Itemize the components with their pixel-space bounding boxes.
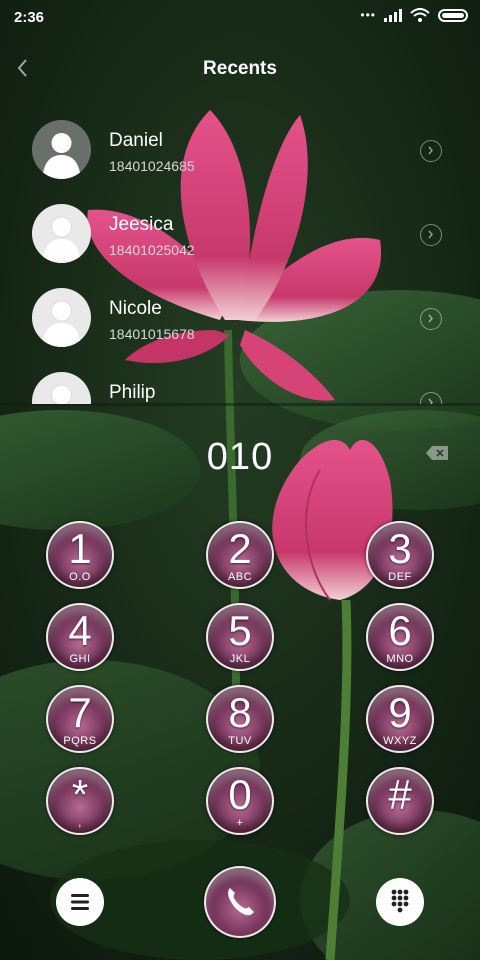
key-hash[interactable]: # [366,767,434,835]
key-digit: # [388,771,412,818]
chevron-right-icon [428,398,433,404]
person-icon [42,300,81,347]
battery-icon [438,8,468,22]
key-3[interactable]: 3 DEF [366,521,434,589]
contact-name: Daniel [109,130,163,151]
key-7[interactable]: 7 PQRS [46,685,114,753]
backspace-button[interactable] [426,446,448,460]
call-button[interactable] [204,866,276,938]
list-item[interactable]: Daniel 18401024685 [0,112,480,196]
status-icons: ••• [360,8,468,22]
key-digit: 5 [228,607,252,654]
details-button[interactable] [420,308,442,330]
key-letters: WXYZ [383,735,417,747]
contact-number: 18401025042 [109,242,195,258]
status-bar: 2:36 ••• [0,0,480,36]
dialed-number: 010 [206,436,274,478]
contact-number: 18401015678 [109,326,195,342]
key-2[interactable]: 2 ABC [206,521,274,589]
list-item[interactable]: Jeesica 18401025042 [0,196,480,280]
keypad-icon [391,889,409,913]
key-digit: 8 [228,689,252,736]
key-letters: JKL [229,653,251,665]
key-8[interactable]: 8 TUV [206,685,274,753]
contact-number: 18401024685 [109,158,195,174]
chevron-right-icon [428,314,433,323]
details-button[interactable] [420,392,442,404]
phone-icon [228,888,254,916]
menu-button[interactable] [56,878,104,926]
key-digit: 0 [228,771,252,818]
person-icon [42,133,81,179]
key-4[interactable]: 4 GHI [46,603,114,671]
avatar [32,372,91,404]
signal-icon [384,8,402,22]
notification-dots: ••• [360,8,376,22]
key-digit: 2 [228,525,252,572]
key-letters: O.O [69,571,91,583]
key-0[interactable]: 0 + [206,767,274,835]
key-digit: 6 [388,607,412,654]
key-6[interactable]: 6 MNO [366,603,434,671]
avatar [32,120,91,179]
key-digit: 9 [388,689,412,736]
key-1[interactable]: 1 O.O [46,521,114,589]
backspace-icon [426,446,448,460]
chevron-right-icon [428,230,433,239]
contact-name: Jeesica [109,214,174,235]
status-time: 2:36 [14,9,45,26]
chevron-right-icon [428,146,433,155]
key-digit: 3 [388,525,412,572]
details-button[interactable] [420,140,442,162]
page-title: Recents [203,58,277,79]
avatar [32,204,91,263]
key-letters: DEF [388,571,412,583]
details-button[interactable] [420,224,442,246]
key-5[interactable]: 5 JKL [206,603,274,671]
person-icon [42,216,81,263]
key-letters: PQRS [63,735,97,747]
key-digit: * [71,771,89,818]
keypad-toggle-button[interactable] [376,878,424,926]
header: Recents [0,44,480,94]
list-item[interactable]: Philip [0,364,480,404]
list-item[interactable]: Nicole 18401015678 [0,280,480,364]
person-icon [51,384,72,404]
contact-name: Nicole [109,298,162,319]
wifi-icon [410,8,430,22]
key-digit: 4 [68,607,92,654]
key-letters: + [236,817,244,829]
key-letters: MNO [386,653,414,665]
recents-list[interactable]: Daniel 18401024685 Jeesica 18401025042 N… [0,104,480,404]
key-letters: ABC [227,571,253,583]
key-9[interactable]: 9 WXYZ [366,685,434,753]
key-digit: 7 [68,689,92,736]
menu-icon [71,894,89,910]
contact-name: Philip [109,382,156,403]
avatar [32,288,91,347]
key-digit: 1 [68,525,92,572]
key-letters: TUV [228,735,252,747]
key-star[interactable]: * , [46,767,114,835]
key-letters: GHI [69,653,91,665]
key-letters: , [78,817,82,829]
